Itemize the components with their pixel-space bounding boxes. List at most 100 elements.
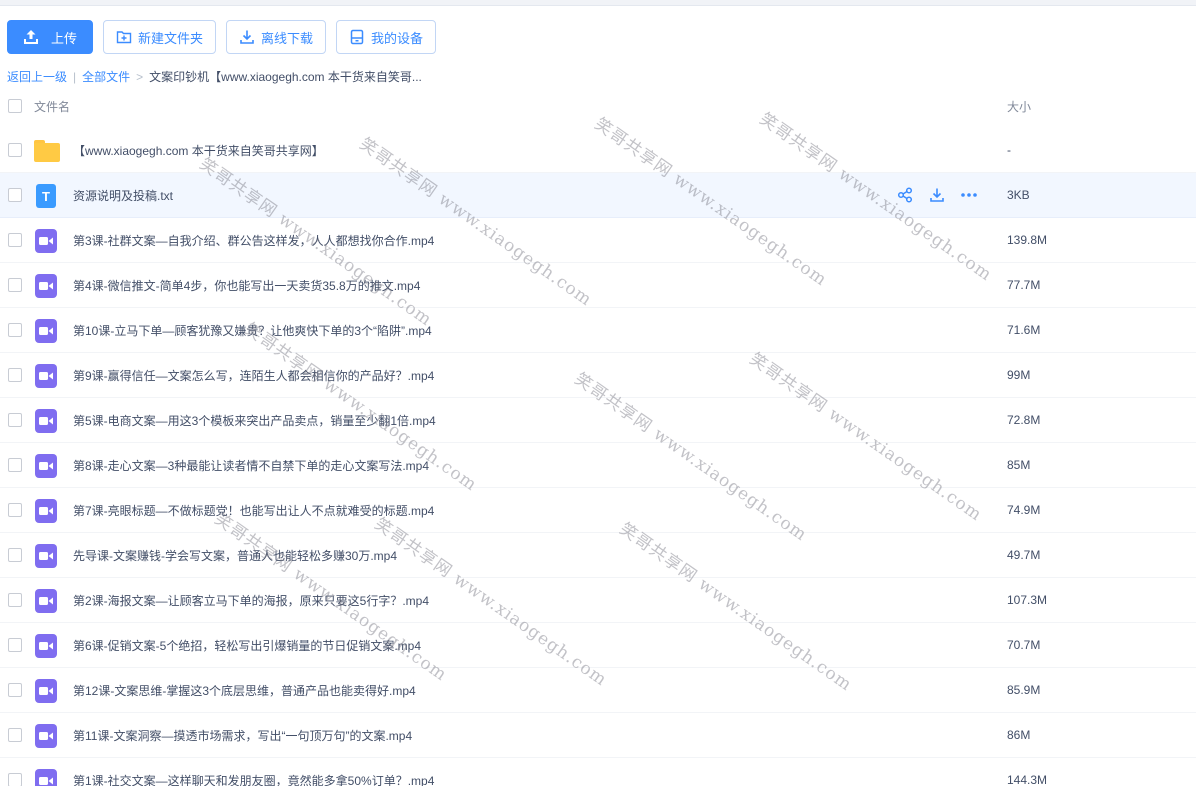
new-folder-button[interactable]: 新建文件夹 <box>103 20 217 54</box>
file-size: 139.8M <box>1007 233 1048 247</box>
file-row[interactable]: 第11课-文案洞察—摸透市场需求，写出“一句顶万句”的文案.mp4 86M <box>0 713 1196 758</box>
upload-label: 上传 <box>50 30 77 46</box>
file-row[interactable]: 先导课-文案赚钱-学会写文案，普通人也能轻松多赚30万.mp4 49.7M <box>0 533 1196 578</box>
row-checkbox[interactable] <box>8 188 22 202</box>
file-name[interactable]: 第4课-微信推文-简单4步，你也能写出一天卖货35.8万的推文.mp4 <box>73 277 420 294</box>
row-checkbox[interactable] <box>8 593 22 607</box>
file-size: 70.7M <box>1007 638 1041 652</box>
row-checkbox[interactable] <box>8 773 22 786</box>
file-row[interactable]: 【www.xiaogegh.com 本干货来自笑哥共享网】 - <box>0 128 1196 173</box>
video-file-icon <box>34 454 58 478</box>
video-file-icon <box>34 229 58 253</box>
row-checkbox[interactable] <box>8 233 22 247</box>
file-size: 49.7M <box>1007 548 1041 562</box>
file-size: 144.3M <box>1007 773 1048 786</box>
file-row[interactable]: T 资源说明及投稿.txt 3KB <box>0 173 1196 218</box>
offline-download-label: 离线下载 <box>261 30 314 46</box>
file-row[interactable]: 第2课-海报文案—让顾客立马下单的海报，原来只要这5行字？.mp4 107.3M <box>0 578 1196 623</box>
row-checkbox[interactable] <box>8 278 22 292</box>
row-checkbox[interactable] <box>8 548 22 562</box>
file-row[interactable]: 第12课-文案思维-掌握这3个底层思维，普通产品也能卖得好.mp4 85.9M <box>0 668 1196 713</box>
video-file-icon <box>34 499 58 523</box>
more-icon[interactable] <box>960 186 978 204</box>
file-size: 3KB <box>1007 188 1030 202</box>
share-icon[interactable] <box>896 186 914 204</box>
back-link[interactable]: 返回上一级 <box>7 68 67 85</box>
file-size: 74.9M <box>1007 503 1041 517</box>
file-row[interactable]: 第8课-走心文案—3种最能让读者情不自禁下单的走心文案写法.mp4 85M <box>0 443 1196 488</box>
my-devices-button[interactable]: 我的设备 <box>336 20 437 54</box>
video-file-icon <box>34 634 58 658</box>
video-file-icon <box>34 679 58 703</box>
video-file-icon <box>34 544 58 568</box>
row-checkbox[interactable] <box>8 368 22 382</box>
upload-icon <box>23 29 39 45</box>
file-list-header: 文件名 大小 <box>0 84 1196 128</box>
breadcrumb-separator: > <box>136 69 144 84</box>
file-size: - <box>1007 143 1011 157</box>
video-file-icon <box>34 724 58 748</box>
file-size: 85M <box>1007 458 1031 472</box>
video-file-icon <box>34 274 58 298</box>
file-size: 71.6M <box>1007 323 1041 337</box>
file-name[interactable]: 第10课-立马下单—顾客犹豫又嫌贵？让他爽快下单的3个“陷阱”.mp4 <box>73 322 432 339</box>
file-size: 77.7M <box>1007 278 1041 292</box>
file-row[interactable]: 第4课-微信推文-简单4步，你也能写出一天卖货35.8万的推文.mp4 77.7M <box>0 263 1196 308</box>
file-row[interactable]: 第5课-电商文案—用这3个模板来突出产品卖点，销量至少翻1倍.mp4 72.8M <box>0 398 1196 443</box>
row-checkbox[interactable] <box>8 728 22 742</box>
file-row[interactable]: 第1课-社交文案—这样聊天和发朋友圈，竟然能多拿50%订单？.mp4 144.3M <box>0 758 1196 786</box>
file-name[interactable]: 第6课-促销文案-5个绝招，轻松写出引爆销量的节日促销文案.mp4 <box>73 637 421 654</box>
row-checkbox[interactable] <box>8 323 22 337</box>
video-file-icon <box>34 319 58 343</box>
file-rows: 【www.xiaogegh.com 本干货来自笑哥共享网】 - T 资源说明及投稿.t… <box>0 128 1196 786</box>
file-row[interactable]: 第3课-社群文案—自我介绍、群公告这样发，人人都想找你合作.mp4 139.8M <box>0 218 1196 263</box>
row-checkbox[interactable] <box>8 143 22 157</box>
file-row[interactable]: 第6课-促销文案-5个绝招，轻松写出引爆销量的节日促销文案.mp4 70.7M <box>0 623 1196 668</box>
file-name[interactable]: 第9课-赢得信任—文案怎么写，连陌生人都会相信你的产品好？.mp4 <box>73 367 434 384</box>
file-row[interactable]: 第10课-立马下单—顾客犹豫又嫌贵？让他爽快下单的3个“陷阱”.mp4 71.6M <box>0 308 1196 353</box>
file-name[interactable]: 先导课-文案赚钱-学会写文案，普通人也能轻松多赚30万.mp4 <box>73 547 397 564</box>
row-checkbox[interactable] <box>8 683 22 697</box>
file-name[interactable]: 第11课-文案洞察—摸透市场需求，写出“一句顶万句”的文案.mp4 <box>73 727 412 744</box>
file-size: 85.9M <box>1007 683 1041 697</box>
file-list: 文件名 大小 【www.xiaogegh.com 本干货来自笑哥共享网】 - T 资源… <box>0 84 1196 786</box>
offline-download-button[interactable]: 离线下载 <box>226 20 327 54</box>
breadcrumb: 返回上一级 | 全部文件 > 文案印钞机【www.xiaogegh.com 本干… <box>7 68 422 85</box>
column-header-size[interactable]: 大小 <box>1007 98 1031 115</box>
select-all-checkbox[interactable] <box>8 99 22 113</box>
upload-button[interactable]: 上传 <box>7 20 93 54</box>
new-folder-label: 新建文件夹 <box>138 30 204 46</box>
column-header-name[interactable]: 文件名 <box>34 98 70 115</box>
file-name[interactable]: 【www.xiaogegh.com 本干货来自笑哥共享网】 <box>73 142 324 159</box>
row-checkbox[interactable] <box>8 458 22 472</box>
file-name[interactable]: 第7课-亮眼标题—不做标题党！也能写出让人不点就难受的标题.mp4 <box>73 502 434 519</box>
text-file-icon: T <box>34 184 58 208</box>
file-size: 107.3M <box>1007 593 1048 607</box>
file-name[interactable]: 资源说明及投稿.txt <box>73 187 173 204</box>
breadcrumb-separator: | <box>73 69 77 84</box>
current-folder-label: 文案印钞机【www.xiaogegh.com 本干货来自笑哥... <box>149 70 422 84</box>
top-divider <box>0 0 1196 6</box>
download-icon <box>239 29 255 45</box>
video-file-icon <box>34 364 58 388</box>
my-devices-label: 我的设备 <box>371 30 424 46</box>
video-file-icon <box>34 589 58 613</box>
file-name[interactable]: 第12课-文案思维-掌握这3个底层思维，普通产品也能卖得好.mp4 <box>73 682 416 699</box>
download-icon[interactable] <box>928 186 946 204</box>
toolbar: 上传 新建文件夹 离线下载 我的设备 <box>7 20 437 54</box>
file-row[interactable]: 第7课-亮眼标题—不做标题党！也能写出让人不点就难受的标题.mp4 74.9M <box>0 488 1196 533</box>
row-checkbox[interactable] <box>8 413 22 427</box>
file-name[interactable]: 第3课-社群文案—自我介绍、群公告这样发，人人都想找你合作.mp4 <box>73 232 434 249</box>
file-name[interactable]: 第2课-海报文案—让顾客立马下单的海报，原来只要这5行字？.mp4 <box>73 592 429 609</box>
row-checkbox[interactable] <box>8 638 22 652</box>
row-checkbox[interactable] <box>8 503 22 517</box>
file-row[interactable]: 第9课-赢得信任—文案怎么写，连陌生人都会相信你的产品好？.mp4 99M <box>0 353 1196 398</box>
file-name[interactable]: 第5课-电商文案—用这3个模板来突出产品卖点，销量至少翻1倍.mp4 <box>73 412 436 429</box>
all-files-link[interactable]: 全部文件 <box>82 68 130 85</box>
file-size: 72.8M <box>1007 413 1041 427</box>
file-name[interactable]: 第8课-走心文案—3种最能让读者情不自禁下单的走心文案写法.mp4 <box>73 457 429 474</box>
file-name[interactable]: 第1课-社交文案—这样聊天和发朋友圈，竟然能多拿50%订单？.mp4 <box>73 772 434 786</box>
file-size: 86M <box>1007 728 1031 742</box>
row-actions <box>896 186 978 204</box>
video-file-icon <box>34 769 58 786</box>
